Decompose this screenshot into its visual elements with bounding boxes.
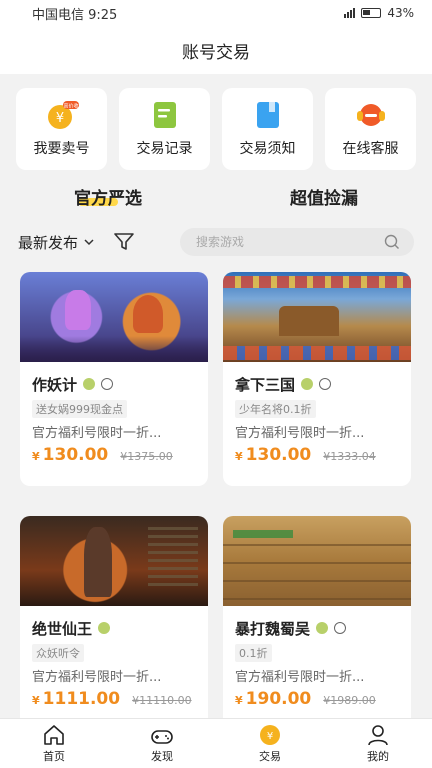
category-tabs: 官方严选 超值捡漏: [0, 184, 432, 209]
price: ¥190.00: [235, 689, 311, 709]
currency-symbol: ¥: [235, 450, 243, 463]
listing-grid: 作妖计 送女娲999现金点 官方福利号限时一折... ¥130.00 ¥1375…: [20, 272, 412, 730]
game-thumbnail: [223, 516, 411, 606]
price-value: 130.00: [245, 445, 312, 465]
currency-symbol: ¥: [32, 694, 40, 707]
filter-icon[interactable]: [114, 233, 134, 251]
game-thumbnail: [20, 272, 208, 362]
status-bar: 中国电信 9:25 43%: [0, 0, 432, 26]
trade-icon: ¥: [260, 724, 280, 745]
sell-badge: 高价收: [63, 103, 78, 110]
original-price: ¥11110.00: [132, 694, 192, 707]
tab-official[interactable]: 官方严选: [0, 184, 216, 209]
nav-label: 交易: [259, 749, 281, 763]
listing-card[interactable]: 作妖计 送女娲999现金点 官方福利号限时一折... ¥130.00 ¥1375…: [20, 272, 208, 486]
price-value: 130.00: [42, 445, 109, 465]
listing-description: 官方福利号限时一折...: [235, 426, 365, 441]
sort-dropdown[interactable]: 最新发布: [18, 232, 94, 253]
carrier-time: 中国电信 9:25: [32, 7, 118, 23]
tab-bargain[interactable]: 超值捡漏: [216, 184, 432, 209]
quick-actions: ¥ 高价收 我要卖号 交易记录 交易须知 在线客服: [16, 88, 416, 170]
coin-icon-glyph: ¥: [55, 111, 63, 126]
game-name: 拿下三国: [235, 375, 296, 394]
apple-icon: [101, 378, 114, 390]
price-value: 190.00: [245, 689, 312, 709]
price: ¥130.00: [235, 445, 311, 465]
nav-profile[interactable]: 我的: [324, 719, 432, 768]
apple-icon: [334, 622, 347, 634]
apple-icon: [319, 378, 332, 390]
original-price: ¥1333.04: [323, 450, 376, 463]
listing-description: 官方福利号限时一折...: [235, 670, 365, 685]
book-icon: [256, 102, 279, 128]
page-title: 账号交易: [182, 42, 250, 63]
listing-card[interactable]: 绝世仙王 众妖听令 官方福利号限时一折... ¥1111.00 ¥11110.0…: [20, 516, 208, 730]
listing-card[interactable]: 暴打魏蜀吴 0.1折 官方福利号限时一折... ¥190.00 ¥1989.00: [223, 516, 411, 730]
original-price: ¥1989.00: [323, 694, 376, 707]
nav-label: 发现: [151, 749, 173, 763]
support-icon: [356, 104, 385, 126]
status-icons: 43%: [344, 6, 414, 20]
nav-label: 我的: [367, 749, 389, 763]
search-box: [180, 228, 414, 256]
promo-tag: 0.1折: [235, 644, 272, 662]
quick-label: 我要卖号: [33, 141, 90, 157]
game-name: 暴打魏蜀吴: [235, 619, 311, 638]
trade-icon-glyph: ¥: [267, 731, 273, 742]
sell-account-button[interactable]: ¥ 高价收 我要卖号: [16, 88, 107, 170]
currency-symbol: ¥: [235, 694, 243, 707]
bottom-nav: 首页 发现 ¥ 交易 我的: [0, 718, 432, 768]
nav-label: 首页: [43, 749, 65, 763]
promo-tag: 少年名将0.1折: [235, 400, 316, 418]
nav-trade[interactable]: ¥ 交易: [216, 719, 324, 768]
listing-description: 官方福利号限时一折...: [32, 426, 162, 441]
price: ¥1111.00: [32, 689, 120, 709]
game-thumbnail: [223, 272, 411, 362]
customer-service-button[interactable]: 在线客服: [325, 88, 416, 170]
battery-percent: 43%: [387, 6, 414, 20]
battery-icon: [361, 8, 382, 18]
android-icon: [301, 378, 314, 390]
page-title-bar: 账号交易: [0, 26, 432, 74]
price-value: 1111.00: [42, 689, 121, 709]
currency-symbol: ¥: [32, 450, 40, 463]
original-price: ¥1375.00: [120, 450, 173, 463]
signal-icon: [344, 8, 356, 18]
gamepad-icon: [151, 729, 173, 744]
price: ¥130.00: [32, 445, 108, 465]
chevron-down-icon: [84, 239, 94, 246]
record-icon: [153, 102, 176, 128]
game-thumbnail: [20, 516, 208, 606]
home-icon: [44, 724, 64, 745]
listing-card[interactable]: 拿下三国 少年名将0.1折 官方福利号限时一折... ¥130.00 ¥1333…: [223, 272, 411, 486]
android-icon: [98, 622, 111, 634]
coin-icon: ¥ 高价收: [47, 101, 79, 129]
user-icon: [368, 724, 388, 745]
quick-label: 在线客服: [342, 141, 399, 157]
sort-label: 最新发布: [18, 233, 79, 252]
android-icon: [316, 622, 329, 634]
trade-record-button[interactable]: 交易记录: [119, 88, 210, 170]
promo-tag: 众妖听令: [32, 644, 84, 662]
search-icon[interactable]: [384, 234, 400, 250]
nav-home[interactable]: 首页: [0, 719, 108, 768]
filter-bar: 最新发布: [18, 228, 414, 256]
quick-label: 交易须知: [239, 141, 296, 157]
trade-notice-button[interactable]: 交易须知: [222, 88, 313, 170]
quick-label: 交易记录: [136, 141, 193, 157]
nav-discover[interactable]: 发现: [108, 719, 216, 768]
search-input[interactable]: [196, 235, 384, 249]
listing-description: 官方福利号限时一折...: [32, 670, 162, 685]
promo-tag: 送女娲999现金点: [32, 400, 127, 418]
android-icon: [83, 378, 96, 390]
game-name: 绝世仙王: [32, 619, 93, 638]
game-name: 作妖计: [32, 375, 78, 394]
